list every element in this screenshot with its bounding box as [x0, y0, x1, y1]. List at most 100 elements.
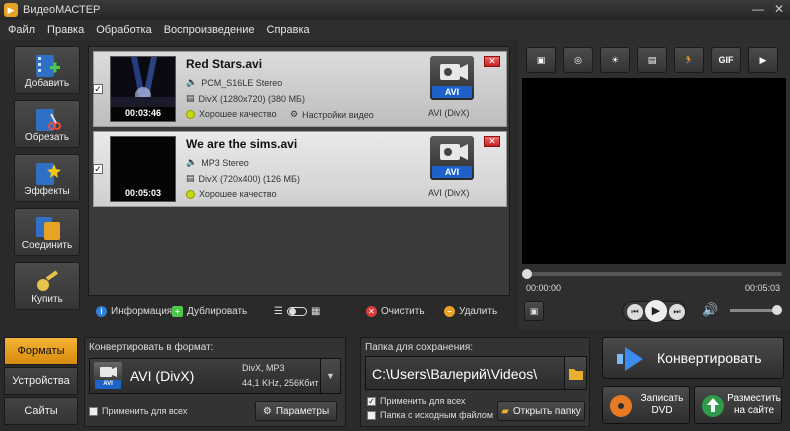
category-tabs: Форматы Устройства Сайты	[4, 337, 78, 427]
parameters-button[interactable]: ⚙ Параметры	[255, 401, 337, 421]
next-icon[interactable]: ⏭	[669, 304, 685, 320]
format-badge[interactable]: AVI	[430, 56, 474, 100]
format-badge[interactable]: AVI	[430, 136, 474, 180]
info-button[interactable]: i Информация	[96, 305, 172, 317]
export-frame-icon[interactable]: ▶	[748, 47, 778, 73]
file-thumbnail: 00:05:03	[110, 136, 176, 202]
previous-icon[interactable]: ⏮	[627, 304, 643, 320]
format-codec: DivX, MP3	[242, 363, 285, 373]
remove-file-icon[interactable]: ✕	[484, 136, 500, 147]
volume-slider[interactable]	[730, 305, 782, 315]
open-folder-label: Открыть папку	[512, 405, 581, 417]
tab-devices[interactable]: Устройства	[4, 367, 78, 395]
quality-dot-icon	[186, 189, 195, 199]
audio-track[interactable]: MP3 Stereo	[201, 158, 249, 168]
convert-arrow-icon	[617, 347, 643, 371]
source-folder-checkbox[interactable]: Папка с исходным файлом	[367, 410, 493, 420]
parameters-label: Параметры	[275, 405, 330, 417]
video-settings-label: Настройки видео	[302, 109, 374, 120]
save-path-field[interactable]: C:\Users\Валерий\Videos\	[365, 356, 587, 390]
menu-processing[interactable]: Обработка	[96, 24, 151, 36]
menu-file[interactable]: Файл	[8, 24, 35, 36]
volume-icon[interactable]: 🔊	[702, 301, 722, 321]
burn-dvd-label: Записать DVD	[640, 393, 684, 416]
checkbox-icon	[89, 406, 98, 416]
gif-button[interactable]: GIF	[711, 47, 741, 73]
audio-track[interactable]: PCM_S16LE Stereo	[201, 78, 282, 88]
apply-all-format-checkbox[interactable]: Применить для всех	[89, 406, 187, 416]
video-preview[interactable]	[522, 78, 786, 264]
menu-edit[interactable]: Правка	[47, 24, 84, 36]
close-window-icon[interactable]: ✕	[774, 2, 784, 16]
convert-format-panel: Конвертировать в формат: AVI AVI (DivX) …	[84, 337, 346, 427]
delete-icon: –	[444, 305, 455, 317]
video-info: DivX (720x400) (126 МБ)	[198, 173, 300, 184]
format-badge-small: AVI	[94, 362, 122, 390]
video-info: DivX (1280x720) (380 МБ)	[198, 93, 305, 104]
player-toolbar: ▣ ◎ ☀ ▤ 🏃 GIF ▶	[526, 47, 778, 73]
seek-knob[interactable]	[522, 269, 532, 279]
file-list-footer: i Информация + Дублировать ☰ ▦ ✕ Очистит…	[88, 301, 510, 321]
volume-knob[interactable]	[772, 305, 782, 315]
delete-button[interactable]: – Удалить	[444, 305, 498, 317]
duplicate-label: Дублировать	[187, 305, 248, 317]
video-settings-link[interactable]: ⚙ Настройки видео	[290, 109, 374, 120]
seek-bar[interactable]	[522, 269, 782, 279]
file-duration: 00:03:46	[124, 108, 162, 118]
speed-icon[interactable]: 🏃	[674, 47, 704, 73]
delete-label: Удалить	[459, 305, 498, 317]
quality-selector[interactable]: Хорошее качество	[186, 189, 277, 199]
open-folder-button[interactable]: ▰ Открыть папку	[497, 401, 585, 421]
player-panel: ▣ ◎ ☀ ▤ 🏃 GIF ▶ 00:00:00 00:05:03 ▣ ⏮ ▶ …	[518, 40, 790, 330]
burn-dvd-button[interactable]: Записать DVD	[602, 386, 690, 424]
menu-bar: Файл Правка Обработка Воспроизведение Сп…	[0, 20, 790, 40]
gear-icon: ⚙	[290, 109, 299, 119]
tab-sites[interactable]: Сайты	[4, 397, 78, 425]
minimize-icon[interactable]: —	[752, 2, 764, 16]
folder-browse-icon[interactable]	[564, 357, 586, 389]
quality-selector[interactable]: Хорошее качество	[186, 109, 277, 119]
snapshot-icon[interactable]: ▣	[524, 301, 544, 321]
view-toggle[interactable]	[286, 306, 307, 316]
current-time: 00:00:00	[526, 283, 562, 293]
file-row[interactable]: ✓ 00:05:03 We are the sims.avi 🔈 MP3 Ste…	[93, 131, 507, 207]
clear-button[interactable]: ✕ Очистить	[366, 305, 425, 317]
video-master-icon: ▶	[4, 3, 18, 17]
apply-all-folder-checkbox[interactable]: ✓ Применить для всех	[367, 396, 465, 406]
tab-formats[interactable]: Форматы	[4, 337, 78, 365]
file-checkbox[interactable]: ✓	[93, 84, 103, 94]
save-folder-panel: Папка для сохранения: C:\Users\Валерий\V…	[360, 337, 590, 427]
remove-file-icon[interactable]: ✕	[484, 56, 500, 67]
file-list: ✓ 00:03:46 Red Stars.avi 🔈 PCM_S16LE Ste…	[88, 46, 510, 296]
convert-label: Конвертировать	[657, 350, 762, 366]
camera-icon	[100, 367, 117, 377]
grid-view-icon[interactable]: ▦	[311, 306, 320, 317]
chevron-down-icon[interactable]: ▼	[320, 359, 340, 393]
buy-button[interactable]: Купить	[14, 262, 80, 310]
transport-controls: ⏮ ▶ ⏭	[622, 300, 686, 322]
total-time: 00:05:03	[744, 283, 780, 293]
menu-playback[interactable]: Воспроизведение	[164, 24, 255, 36]
file-thumbnail: 00:03:46	[110, 56, 176, 122]
convert-format-title: Конвертировать в формат:	[89, 342, 214, 353]
publish-button[interactable]: Разместить на сайте	[694, 386, 782, 424]
add-button[interactable]: Добавить	[14, 46, 80, 94]
menu-help[interactable]: Справка	[267, 24, 310, 36]
crop-icon[interactable]: ▣	[526, 47, 556, 73]
format-selector[interactable]: AVI AVI (DivX) DivX, MP3 44,1 KHz, 256Кб…	[89, 358, 341, 394]
file-row[interactable]: ✓ 00:03:46 Red Stars.avi 🔈 PCM_S16LE Ste…	[93, 51, 507, 127]
cut-button[interactable]: Обрезать	[14, 100, 80, 148]
effects-button[interactable]: Эффекты	[14, 154, 80, 202]
main-area: Добавить Обрезать Эффекты Соединить Купи…	[0, 40, 790, 431]
join-button[interactable]: Соединить	[14, 208, 80, 256]
duplicate-button[interactable]: + Дублировать	[172, 305, 248, 317]
convert-button[interactable]: Конвертировать	[602, 337, 784, 379]
save-path: C:\Users\Валерий\Videos\	[372, 366, 538, 382]
list-view-icon[interactable]: ☰	[274, 306, 283, 317]
rotate-icon[interactable]: ◎	[563, 47, 593, 73]
clear-icon: ✕	[366, 305, 377, 317]
brightness-icon[interactable]: ☀	[600, 47, 630, 73]
file-checkbox[interactable]: ✓	[93, 164, 103, 174]
play-icon[interactable]: ▶	[645, 300, 667, 322]
film-frame-icon[interactable]: ▤	[637, 47, 667, 73]
